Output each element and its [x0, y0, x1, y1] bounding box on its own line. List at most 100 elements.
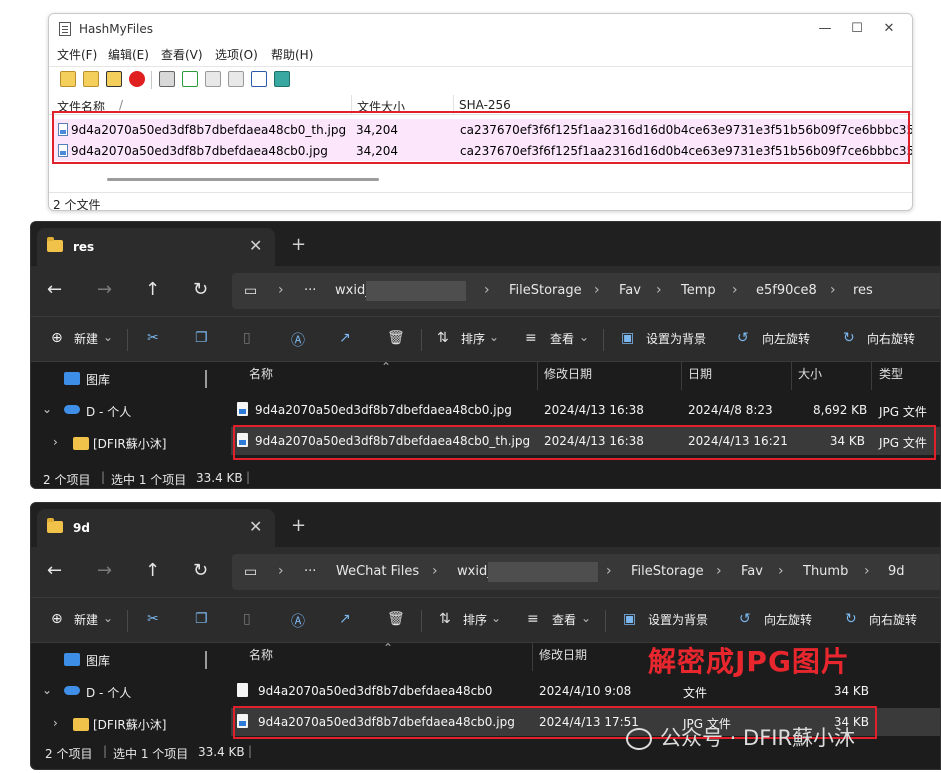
chevron-down-icon[interactable]: ⌄	[103, 330, 113, 344]
chevron-down-icon[interactable]: ⌄	[489, 330, 499, 344]
new-button[interactable]: 新建	[74, 330, 98, 347]
view-button[interactable]: 查看	[552, 611, 576, 628]
save-icon[interactable]	[159, 71, 175, 87]
new-tab-button[interactable]: +	[291, 515, 306, 536]
rotate-right-button[interactable]: 向右旋转	[867, 330, 915, 347]
nav-item-gallery[interactable]: 图库	[86, 652, 110, 669]
column-header-size[interactable]: 大小	[798, 365, 822, 382]
menu-help[interactable]: 帮助(H)	[271, 46, 313, 63]
sort-button[interactable]: 排序	[461, 330, 485, 347]
tab-close-icon[interactable]: ✕	[249, 517, 262, 536]
column-header-modified[interactable]: 修改日期	[539, 646, 587, 663]
column-divider[interactable]	[537, 362, 538, 390]
delete-icon[interactable]: 🗑	[387, 611, 405, 627]
rename-icon[interactable]: Ⓐ	[291, 330, 305, 350]
nav-item-folder[interactable]: [DFIR蘇小沐]	[93, 435, 166, 452]
chevron-right-icon[interactable]: ›	[53, 716, 58, 730]
forward-button[interactable]: →	[97, 279, 112, 300]
share-icon[interactable]: ↗	[339, 611, 351, 627]
breadcrumb-filestorage[interactable]: FileStorage	[631, 564, 704, 579]
file-row[interactable]: 9d4a2070a50ed3df8b7dbefdaea48cb0 2024/4/…	[231, 677, 940, 705]
column-header-name[interactable]: 名称	[249, 646, 273, 663]
computer-icon[interactable]: ▭	[244, 283, 257, 299]
rotate-right-button[interactable]: 向右旋转	[869, 611, 917, 628]
new-tab-button[interactable]: +	[291, 234, 306, 255]
column-header-sha256[interactable]: SHA-256	[459, 98, 511, 112]
copy-icon[interactable]	[205, 71, 221, 87]
column-header-modified[interactable]: 修改日期	[544, 365, 592, 382]
set-background-button[interactable]: 设置为背景	[646, 330, 706, 347]
share-icon[interactable]: ↗	[339, 330, 351, 346]
nav-item-drive[interactable]: D - 个人	[86, 684, 131, 701]
nav-item-folder[interactable]: [DFIR蘇小沐]	[93, 716, 166, 733]
tab-res[interactable]: res ✕	[37, 228, 275, 266]
chevron-right-icon[interactable]: ›	[53, 435, 58, 449]
sort-button[interactable]: 排序	[463, 611, 487, 628]
address-bar[interactable]: ▭ › ··· wxid_ › FileStorage › Fav › Temp…	[232, 273, 940, 309]
paste-icon[interactable]: ▯	[243, 330, 251, 346]
add-folder-icon[interactable]	[83, 71, 99, 87]
chevron-down-icon[interactable]: ⌄	[103, 611, 113, 625]
menu-view[interactable]: 查看(V)	[161, 46, 203, 63]
rotate-left-button[interactable]: 向左旋转	[762, 330, 810, 347]
breadcrumb-fav[interactable]: Fav	[619, 283, 641, 298]
refresh-button[interactable]: ↻	[193, 279, 208, 300]
chevron-down-icon[interactable]: ⌄	[581, 611, 591, 625]
add-files-icon[interactable]	[60, 71, 76, 87]
computer-icon[interactable]: ▭	[244, 564, 257, 580]
back-button[interactable]: ←	[47, 560, 62, 581]
pane-scrollbar[interactable]	[205, 651, 207, 669]
delete-icon[interactable]	[129, 71, 145, 87]
new-button[interactable]: 新建	[74, 611, 98, 628]
column-divider[interactable]	[681, 362, 682, 390]
column-header-type[interactable]: 类型	[879, 365, 903, 382]
breadcrumb-overflow[interactable]: ···	[304, 564, 316, 579]
exit-icon[interactable]	[274, 71, 290, 87]
find-icon[interactable]	[251, 71, 267, 87]
nav-item-drive[interactable]: D - 个人	[86, 403, 131, 420]
column-divider[interactable]	[871, 362, 872, 390]
menu-file[interactable]: 文件(F)	[57, 46, 97, 63]
view-button[interactable]: 查看	[550, 330, 574, 347]
tab-9d[interactable]: 9d ✕	[37, 509, 275, 547]
delete-icon[interactable]: 🗑	[387, 330, 405, 346]
chevron-down-icon[interactable]: ⌄	[42, 402, 52, 416]
menu-options[interactable]: 选项(O)	[215, 46, 258, 63]
breadcrumb-temp[interactable]: Temp	[681, 283, 716, 298]
column-header-name[interactable]: 名称	[249, 365, 273, 382]
add-star-icon[interactable]	[106, 71, 122, 87]
refresh-icon[interactable]	[182, 71, 198, 87]
copy-icon[interactable]: ❐	[195, 330, 208, 346]
refresh-button[interactable]: ↻	[193, 560, 208, 581]
breadcrumb-e5f90ce8[interactable]: e5f90ce8	[756, 283, 817, 298]
forward-button[interactable]: →	[97, 560, 112, 581]
pane-scrollbar[interactable]	[205, 370, 207, 388]
breadcrumb-fav[interactable]: Fav	[741, 564, 763, 579]
column-divider[interactable]	[532, 643, 533, 671]
set-background-button[interactable]: 设置为背景	[648, 611, 708, 628]
column-divider[interactable]	[791, 362, 792, 390]
breadcrumb-thumb[interactable]: Thumb	[803, 564, 848, 579]
maximize-button[interactable]: ☐	[843, 18, 871, 40]
up-button[interactable]: ↑	[145, 279, 160, 300]
breadcrumb-filestorage[interactable]: FileStorage	[509, 283, 582, 298]
breadcrumb-wechat-files[interactable]: WeChat Files	[336, 564, 419, 579]
up-button[interactable]: ↑	[145, 560, 160, 581]
close-button[interactable]: ✕	[875, 18, 903, 40]
cut-icon[interactable]: ✂	[147, 611, 159, 627]
tab-close-icon[interactable]: ✕	[249, 236, 262, 255]
minimize-button[interactable]: —	[811, 18, 839, 40]
back-button[interactable]: ←	[47, 279, 62, 300]
nav-item-gallery[interactable]: 图库	[86, 371, 110, 388]
chevron-down-icon[interactable]: ⌄	[42, 683, 52, 697]
horizontal-scrollbar[interactable]	[107, 178, 379, 181]
rename-icon[interactable]: Ⓐ	[291, 611, 305, 631]
chevron-down-icon[interactable]: ⌄	[491, 611, 501, 625]
rotate-left-button[interactable]: 向左旋转	[764, 611, 812, 628]
file-row[interactable]: 9d4a2070a50ed3df8b7dbefdaea48cb0.jpg 202…	[231, 396, 940, 424]
address-bar[interactable]: ▭ › ··· WeChat Files › wxid_ › FileStora…	[232, 554, 940, 590]
breadcrumb-res[interactable]: res	[853, 283, 873, 298]
cut-icon[interactable]: ✂	[147, 330, 159, 346]
copy-icon[interactable]: ❐	[195, 611, 208, 627]
properties-icon[interactable]	[228, 71, 244, 87]
